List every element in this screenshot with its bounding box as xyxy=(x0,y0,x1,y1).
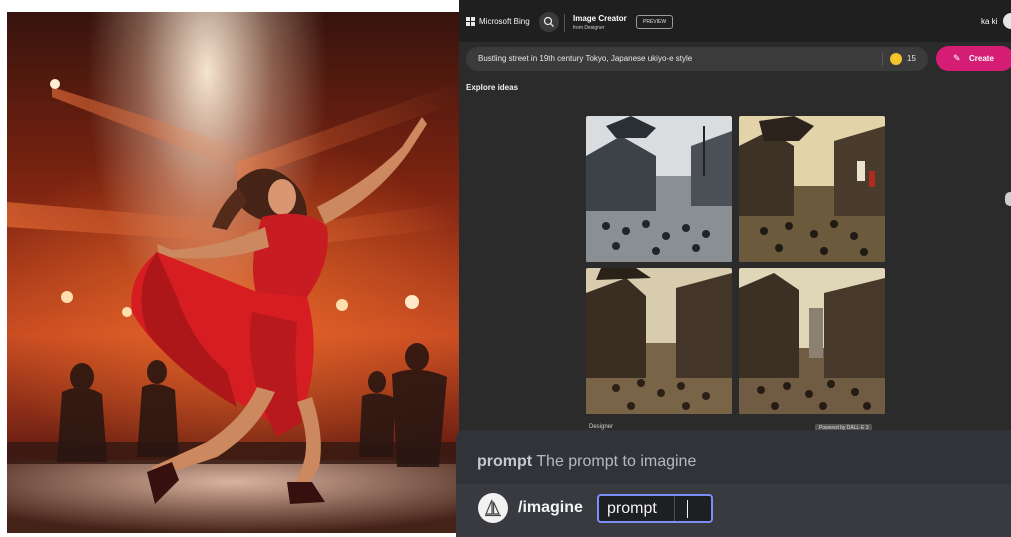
header-divider xyxy=(564,14,565,32)
prompt-value: Bustling street in 19th century Tokyo, J… xyxy=(478,54,693,63)
brush-icon: ✎ xyxy=(953,53,961,63)
discord-command-panel: prompt The prompt to imagine /imagine pr… xyxy=(456,430,1011,537)
dancer-photo xyxy=(7,12,459,533)
brand-name[interactable]: Microsoft Bing xyxy=(479,17,530,26)
avatar[interactable] xyxy=(1003,13,1011,29)
prompt-option-label: prompt xyxy=(607,500,657,517)
hint-key: prompt xyxy=(477,453,533,470)
microsoft-logo-icon xyxy=(466,17,476,27)
scroll-handle[interactable] xyxy=(1005,192,1011,206)
bot-avatar xyxy=(478,493,508,523)
generated-image-1[interactable] xyxy=(586,116,732,262)
search-icon xyxy=(543,16,554,27)
sailboat-icon xyxy=(485,499,501,517)
create-button[interactable]: ✎ Create xyxy=(936,46,1011,71)
user-name[interactable]: ka ki xyxy=(981,17,997,26)
hint-text: The prompt to imagine xyxy=(536,453,697,470)
prompt-option-field[interactable]: prompt xyxy=(597,494,713,523)
option-divider xyxy=(674,496,675,521)
command-hint: prompt The prompt to imagine xyxy=(477,453,696,471)
boost-count: 15 xyxy=(907,54,916,63)
app-title[interactable]: Image Creator xyxy=(573,14,627,23)
app-subtitle: from Designer xyxy=(573,25,605,31)
text-caret xyxy=(687,500,688,518)
prompt-input[interactable]: Bustling street in 19th century Tokyo, J… xyxy=(466,47,928,71)
explore-ideas-link[interactable]: Explore ideas xyxy=(466,83,518,92)
generated-image-2[interactable] xyxy=(739,116,885,262)
dancer-illustration xyxy=(7,12,459,533)
command-row[interactable]: /imagine prompt xyxy=(456,484,1011,537)
preview-badge: PREVIEW xyxy=(636,15,674,29)
generated-image-4[interactable] xyxy=(739,268,885,414)
top-bar: Microsoft Bing Image Creator from Design… xyxy=(459,0,1011,42)
search-button[interactable] xyxy=(539,12,559,32)
command-name: /imagine xyxy=(518,499,583,516)
boost-divider xyxy=(882,52,883,66)
generated-image-3[interactable] xyxy=(586,268,732,414)
create-label: Create xyxy=(969,54,994,63)
bolt-icon: ⚡ xyxy=(890,53,902,65)
